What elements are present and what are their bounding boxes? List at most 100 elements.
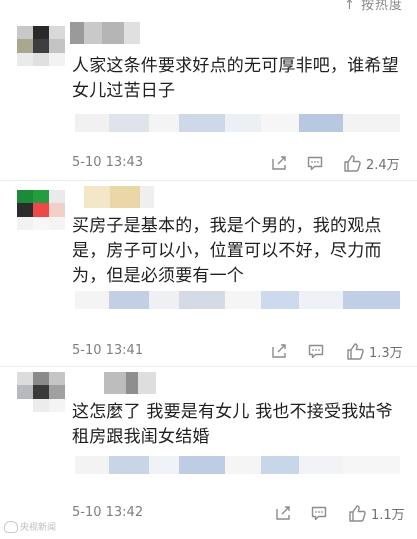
username-pixel (84, 22, 102, 44)
divider (0, 366, 417, 367)
username-pixel (70, 22, 84, 44)
quote-pixel (179, 291, 225, 309)
quote-pixel (299, 114, 343, 132)
share-button[interactable] (268, 340, 290, 362)
avatar-pixel (17, 203, 33, 217)
quote-pixel (109, 456, 149, 474)
quote-pixel (149, 456, 179, 474)
avatar-pixel (49, 190, 65, 204)
share-button[interactable] (272, 502, 294, 524)
comment-text: 这怎麼了 我要是有女儿 我也不接受我姑爷租房跟我闺女结婚 (72, 402, 393, 447)
quote-pixel (299, 456, 343, 474)
comment-text: 买房子是基本的，我是个男的，我的观点是，房子可以小，位置可以不好，尽力而为，但是… (72, 216, 382, 286)
quote-pixel (75, 114, 109, 132)
like-count: 1.3万 (369, 345, 403, 361)
watermark-text: 央视新闻 (20, 523, 57, 533)
username-pixel (140, 186, 154, 208)
quote-pixel (225, 114, 261, 132)
share-button[interactable] (268, 152, 290, 174)
thumbs-up-icon (347, 343, 364, 360)
quote-pixel (149, 291, 179, 309)
quote-pixel (225, 456, 261, 474)
avatar-pixel (17, 216, 33, 230)
username-pixel (138, 372, 156, 394)
quote-pixel (149, 114, 179, 132)
avatar-pixel (49, 39, 65, 53)
avatar-pixel (33, 216, 49, 230)
comment-time: 5-10 13:42 (72, 505, 144, 520)
avatar-pixel (17, 26, 33, 40)
divider (0, 180, 417, 181)
watermark: 央视新闻 (4, 520, 56, 533)
username-pixel (110, 186, 140, 208)
comment-item: 这怎麼了 我要是有女儿 我也不接受我姑爷租房跟我闺女结婚 5-10 13:42 … (0, 370, 417, 530)
comment-icon (308, 344, 324, 359)
avatar-pixel (33, 203, 49, 217)
username-blurred[interactable] (104, 372, 156, 394)
quote-pixel (343, 456, 400, 474)
username-blurred[interactable] (84, 186, 154, 208)
share-icon (272, 344, 286, 358)
avatar-pixel (33, 52, 49, 66)
avatar-pixel (17, 372, 33, 386)
share-icon (272, 156, 286, 170)
avatar-pixel (17, 398, 33, 412)
avatar-pixel (49, 398, 65, 412)
avatar-pixel (49, 52, 65, 66)
like-button[interactable]: 1.3万 (346, 339, 403, 363)
quoted-reply-blurred[interactable] (75, 114, 400, 132)
avatar-pixel (33, 26, 49, 40)
avatar-pixel (49, 203, 65, 217)
username-pixel (124, 22, 140, 44)
comment-item: 人家这条件要求好点的无可厚非吧，谁希望女儿过苦日子 5-10 13:43 2.4… (0, 22, 417, 180)
quoted-reply-blurred[interactable] (75, 291, 400, 309)
quote-pixel (109, 114, 149, 132)
comment-icon (307, 156, 323, 171)
username-blurred[interactable] (70, 22, 140, 44)
comment-time: 5-10 13:41 (72, 343, 144, 358)
quote-pixel (75, 456, 109, 474)
quote-pixel (75, 291, 109, 309)
comment-icon (311, 506, 327, 521)
avatar-pixel (33, 398, 49, 412)
reply-button[interactable] (308, 502, 330, 524)
like-count: 2.4万 (366, 157, 400, 173)
avatar[interactable] (17, 26, 65, 66)
avatar-pixel (49, 216, 65, 230)
avatar-pixel (49, 26, 65, 40)
weibo-logo-icon (4, 520, 18, 533)
quote-pixel (343, 114, 400, 132)
avatar-pixel (17, 39, 33, 53)
quote-pixel (179, 114, 225, 132)
quoted-reply-blurred[interactable] (75, 456, 400, 474)
avatar[interactable] (17, 190, 65, 230)
reply-button[interactable] (304, 152, 326, 174)
avatar[interactable] (17, 372, 65, 412)
share-icon (276, 506, 290, 520)
quote-pixel (179, 456, 225, 474)
username-pixel (84, 186, 110, 208)
quote-pixel (343, 291, 400, 309)
quote-pixel (261, 114, 299, 132)
thumbs-up-icon (349, 505, 366, 522)
top-strip: ↑ 按热度 (0, 0, 417, 13)
avatar-pixel (17, 52, 33, 66)
username-pixel (104, 372, 126, 394)
comment-text: 人家这条件要求好点的无可厚非吧，谁希望女儿过苦日子 (72, 56, 399, 101)
like-button[interactable]: 1.1万 (348, 501, 405, 525)
quote-pixel (261, 291, 299, 309)
username-pixel (102, 22, 124, 44)
avatar-pixel (33, 372, 49, 386)
avatar-pixel (49, 385, 65, 399)
sort-by-hot-link[interactable]: ↑ 按热度 (344, 0, 403, 13)
avatar-pixel (17, 190, 33, 204)
quote-pixel (225, 291, 261, 309)
quote-pixel (261, 456, 299, 474)
avatar-pixel (33, 385, 49, 399)
avatar-pixel (33, 190, 49, 204)
username-pixel (126, 372, 138, 394)
like-button[interactable]: 2.4万 (343, 151, 400, 175)
avatar-pixel (33, 39, 49, 53)
like-count: 1.1万 (371, 507, 405, 523)
reply-button[interactable] (305, 340, 327, 362)
